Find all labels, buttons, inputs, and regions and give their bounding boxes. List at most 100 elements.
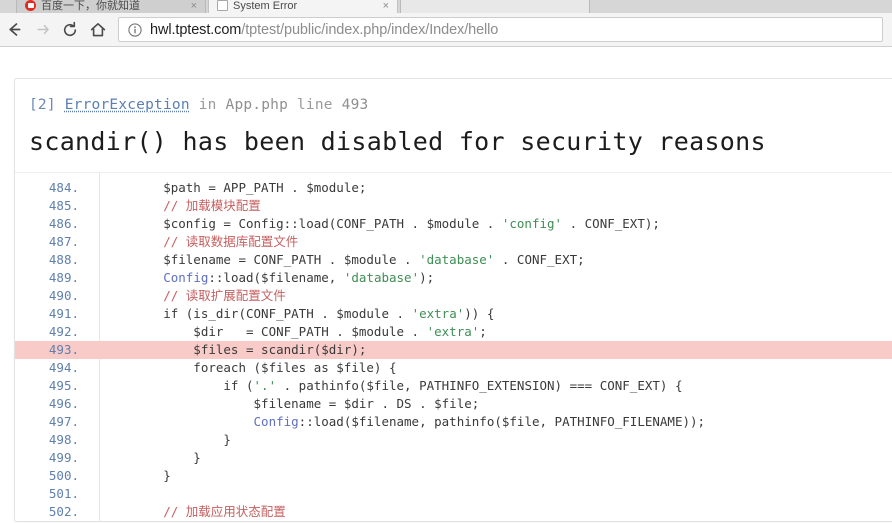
code-text: if (is_dir(CONF_PATH . $module . 'extra'… bbox=[89, 305, 892, 323]
code-token-class: Config bbox=[253, 414, 299, 429]
address-bar[interactable]: hwl.tptest.com/tptest/public/index.php/i… bbox=[118, 17, 883, 42]
code-token-plain: )) { bbox=[464, 306, 495, 321]
forward-arrow-icon bbox=[36, 24, 49, 35]
line-number: 497. bbox=[48, 414, 79, 429]
exception-class-link[interactable]: ErrorException bbox=[65, 97, 190, 113]
line-number: 501. bbox=[48, 486, 79, 501]
browser-tab-2[interactable]: System Error × bbox=[208, 0, 398, 13]
line-number: 493. bbox=[48, 342, 79, 357]
url-path: /tptest/public/index.php/index/Index/hel… bbox=[241, 21, 499, 38]
code-token-plain: } bbox=[103, 450, 201, 465]
tab-strip: 百度一下，你就知道 × System Error × bbox=[0, 0, 892, 13]
exception-in-word: in bbox=[198, 97, 217, 113]
code-line: 495. if ('.' . pathinfo($file, PATHINFO_… bbox=[15, 377, 892, 395]
reload-icon bbox=[63, 21, 77, 36]
exception-panel: [2] ErrorException in App.php line 493 s… bbox=[14, 78, 892, 522]
code-token-plain: ; bbox=[479, 324, 487, 339]
code-line: 494. foreach ($files as $file) { bbox=[15, 359, 892, 377]
code-token-comment: // 加载模块配置 bbox=[163, 198, 261, 213]
line-number: 491. bbox=[48, 306, 79, 321]
document-favicon bbox=[217, 0, 228, 11]
code-token-string: '.' bbox=[253, 378, 277, 393]
browser-toolbar: hwl.tptest.com/tptest/public/index.php/i… bbox=[0, 13, 892, 47]
line-number: 485. bbox=[48, 198, 79, 213]
forward-button[interactable] bbox=[28, 16, 56, 44]
code-token-plain: . CONF_EXT; bbox=[494, 252, 585, 267]
code-text: $files = scandir($dir); bbox=[89, 341, 892, 359]
browser-chrome: 百度一下，你就知道 × System Error × hwl.tptest.co… bbox=[0, 0, 892, 47]
code-token-plain: ::load($filename, pathinfo($file, PATHIN… bbox=[298, 414, 706, 429]
browser-tab-3[interactable] bbox=[400, 0, 590, 13]
code-token-string: 'database' bbox=[419, 252, 495, 267]
url-text: hwl.tptest.com/tptest/public/index.php/i… bbox=[150, 22, 498, 38]
code-token-plain: if (is_dir(CONF_PATH . $module . bbox=[103, 306, 412, 321]
code-text: // 读取数据库配置文件 bbox=[89, 233, 892, 251]
code-line: 498. } bbox=[15, 431, 892, 449]
code-line: 501. bbox=[15, 485, 892, 503]
close-icon[interactable]: × bbox=[383, 1, 389, 12]
exception-code: [2] bbox=[29, 97, 56, 113]
code-text: // 读取扩展配置文件 bbox=[89, 287, 892, 305]
line-number: 490. bbox=[48, 288, 79, 303]
page-content: [2] ErrorException in App.php line 493 s… bbox=[0, 47, 892, 523]
code-line: 496. $filename = $dir . DS . $file; bbox=[15, 395, 892, 413]
code-text: $filename = $dir . DS . $file; bbox=[89, 395, 892, 413]
code-token-plain: } bbox=[103, 432, 231, 447]
code-snippet: 484. $path = APP_PATH . $module; 485. // … bbox=[15, 172, 892, 521]
code-text: // 加载模块配置 bbox=[89, 197, 892, 215]
home-button[interactable] bbox=[84, 16, 112, 44]
line-number: 502. bbox=[48, 504, 79, 519]
code-line: 489. Config::load($filename, 'database')… bbox=[15, 269, 892, 287]
reload-button[interactable] bbox=[56, 16, 84, 44]
code-token-string: 'extra' bbox=[426, 324, 480, 339]
code-line: 487. // 读取数据库配置文件 bbox=[15, 233, 892, 251]
exception-message: scandir() has been disabled for security… bbox=[29, 127, 766, 156]
line-number: 487. bbox=[48, 234, 79, 249]
line-number: 492. bbox=[48, 324, 79, 339]
code-token-plain: $config = Config::load(CONF_PATH . $modu… bbox=[103, 216, 502, 231]
code-token-comment: // 读取扩展配置文件 bbox=[163, 288, 286, 303]
browser-tab-1[interactable]: 百度一下，你就知道 × bbox=[16, 0, 206, 13]
back-button[interactable] bbox=[0, 16, 28, 44]
line-number: 498. bbox=[48, 432, 79, 447]
code-token-plain: $dir = CONF_PATH . $module . bbox=[103, 324, 427, 339]
code-text: } bbox=[89, 467, 892, 485]
code-line: 497. Config::load($filename, pathinfo($f… bbox=[15, 413, 892, 431]
code-token-plain: $path = APP_PATH . $module; bbox=[103, 180, 367, 195]
tab-title: 百度一下，你就知道 bbox=[41, 0, 140, 12]
code-token-comment: // 加载应用状态配置 bbox=[163, 504, 286, 519]
code-line: 485. // 加载模块配置 bbox=[15, 197, 892, 215]
code-line: 491. if (is_dir(CONF_PATH . $module . 'e… bbox=[15, 305, 892, 323]
back-arrow-icon bbox=[8, 23, 20, 36]
line-number: 494. bbox=[48, 360, 79, 375]
exception-header: [2] ErrorException in App.php line 493 bbox=[15, 79, 892, 117]
code-token-plain: } bbox=[103, 468, 171, 483]
code-text: Config::load($filename, pathinfo($file, … bbox=[89, 413, 892, 431]
code-line: 490. // 读取扩展配置文件 bbox=[15, 287, 892, 305]
exception-title-line: [2] ErrorException in App.php line 493 bbox=[29, 97, 892, 113]
line-number: 496. bbox=[48, 396, 79, 411]
code-token-plain: $filename = CONF_PATH . $module . bbox=[103, 252, 420, 267]
code-text: $filename = CONF_PATH . $module . 'datab… bbox=[89, 251, 892, 269]
code-token-comment: // 读取数据库配置文件 bbox=[163, 234, 299, 249]
code-token-plain: if ( bbox=[103, 378, 254, 393]
line-number: 500. bbox=[48, 468, 79, 483]
code-text: foreach ($files as $file) { bbox=[89, 359, 892, 377]
code-token-class: Config bbox=[163, 270, 209, 285]
code-token-plain: $filename = $dir . DS . $file; bbox=[103, 396, 480, 411]
line-number: 486. bbox=[48, 216, 79, 231]
exception-line-number: 493 bbox=[341, 97, 369, 113]
code-text: $path = APP_PATH . $module; bbox=[89, 179, 892, 197]
code-text: $config = Config::load(CONF_PATH . $modu… bbox=[89, 215, 892, 233]
code-token-plain: . pathinfo($file, PATHINFO_EXTENSION) ==… bbox=[276, 378, 683, 393]
line-number: 495. bbox=[48, 378, 79, 393]
code-token-string: 'config' bbox=[501, 216, 563, 231]
code-text: if ('.' . pathinfo($file, PATHINFO_EXTEN… bbox=[89, 377, 892, 395]
close-icon[interactable]: × bbox=[191, 1, 197, 12]
line-number: 499. bbox=[48, 450, 79, 465]
info-circle-icon[interactable] bbox=[128, 22, 142, 37]
